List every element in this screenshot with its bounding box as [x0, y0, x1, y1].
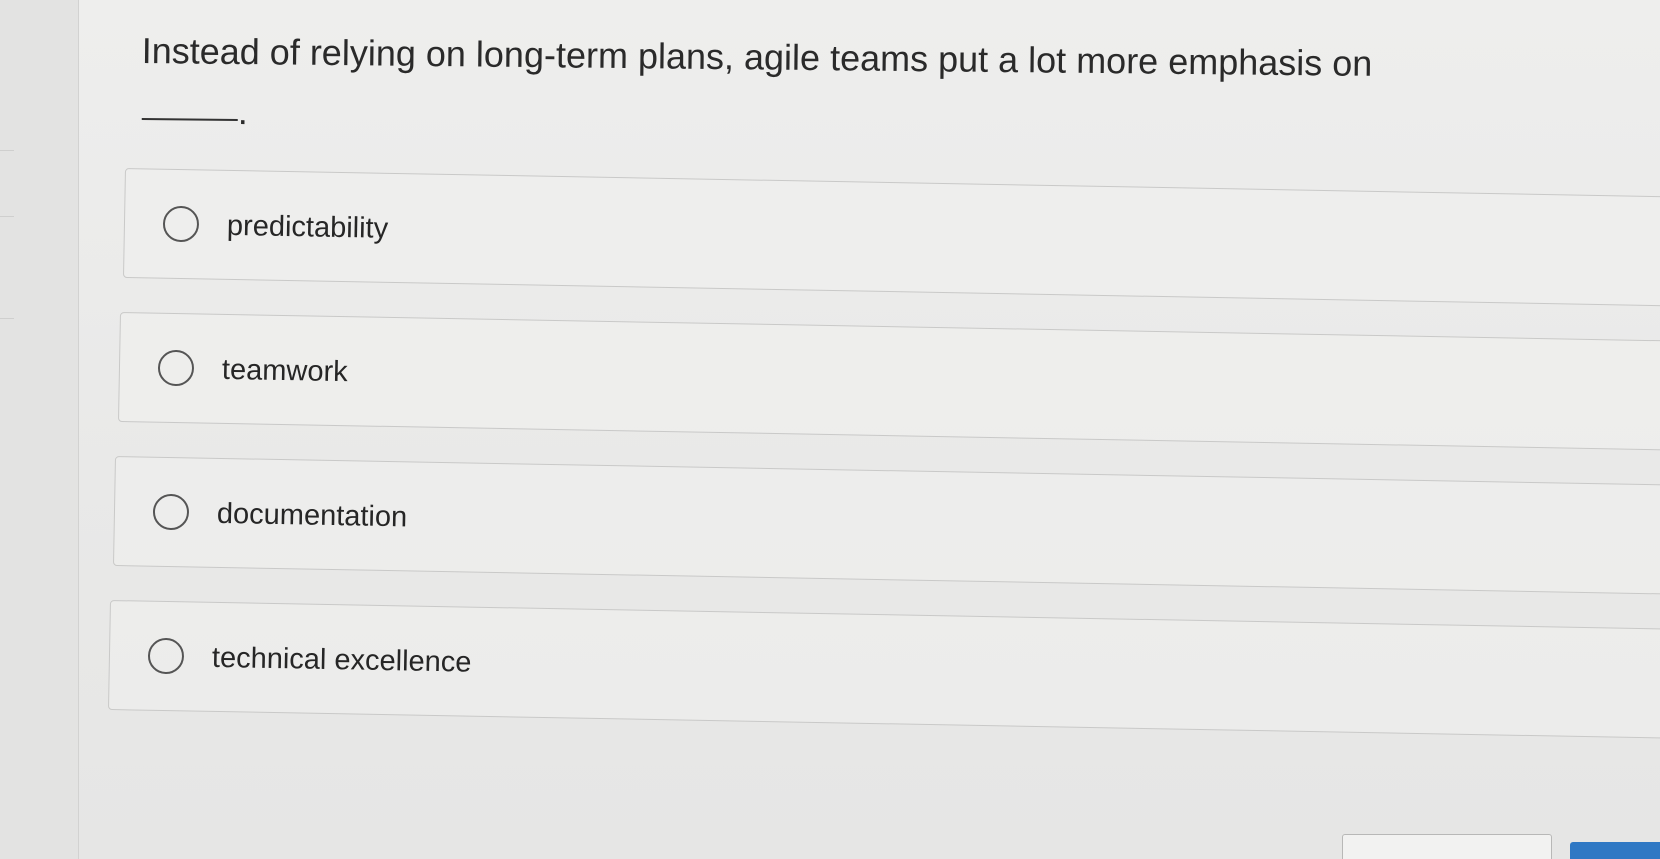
- margin-divider: [0, 318, 14, 319]
- primary-button[interactable]: [1570, 842, 1660, 859]
- radio-button-icon[interactable]: [152, 493, 190, 531]
- margin-divider: [0, 150, 14, 151]
- radio-button-icon[interactable]: [147, 637, 185, 675]
- blank-line: [141, 117, 238, 122]
- margin-divider: [0, 216, 14, 217]
- secondary-button[interactable]: [1342, 834, 1552, 859]
- answer-option-predictability[interactable]: predictability: [122, 168, 1660, 308]
- answer-option-documentation[interactable]: documentation: [112, 456, 1660, 596]
- quiz-page: Instead of relying on long-term plans, a…: [0, 0, 1660, 859]
- option-label: predictability: [226, 209, 389, 245]
- radio-button-icon[interactable]: [157, 349, 195, 387]
- fill-in-blank: .: [141, 91, 249, 133]
- answer-option-technical-excellence[interactable]: technical excellence: [107, 600, 1660, 740]
- blank-period: .: [237, 91, 249, 133]
- left-margin-panel: [0, 0, 79, 859]
- radio-button-icon[interactable]: [162, 205, 200, 243]
- option-label: technical excellence: [211, 641, 472, 679]
- question-text: Instead of relying on long-term plans, a…: [141, 29, 1373, 84]
- option-label: teamwork: [221, 353, 348, 389]
- question-content: Instead of relying on long-term plans, a…: [78, 0, 1660, 859]
- answer-option-teamwork[interactable]: teamwork: [117, 312, 1660, 452]
- option-label: documentation: [216, 497, 408, 534]
